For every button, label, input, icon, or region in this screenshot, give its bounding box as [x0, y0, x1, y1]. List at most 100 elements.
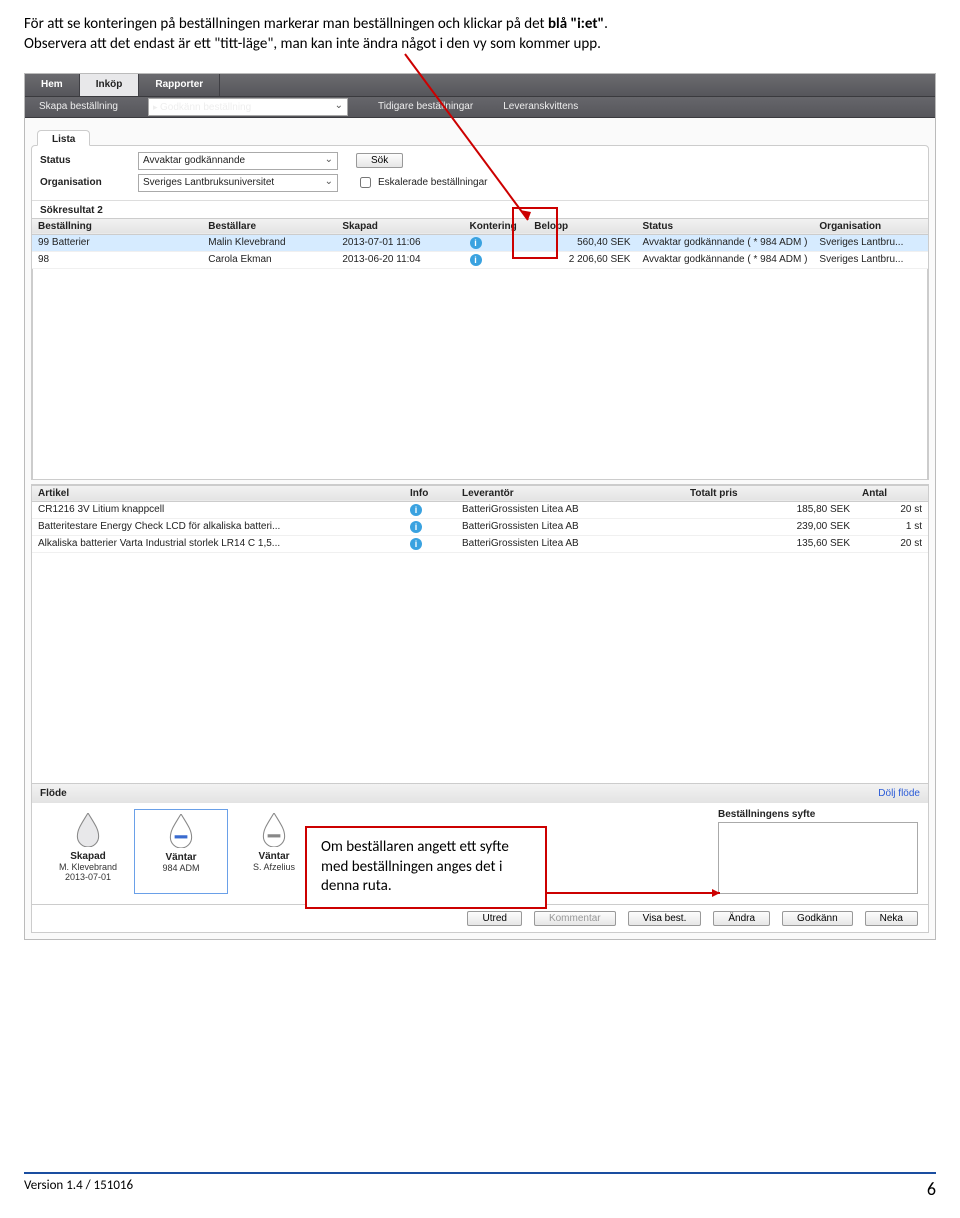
cell-antal: 1 st [856, 518, 928, 535]
col-org[interactable]: Organisation [813, 218, 928, 234]
escalated-checkbox[interactable]: Eskalerade beställningar [356, 174, 920, 191]
callout-text: Om beställaren angett ett syfte med best… [321, 838, 509, 895]
cell-antal: 20 st [856, 535, 928, 552]
cell-artikel: Alkaliska batterier Varta Industrial sto… [32, 535, 404, 552]
flow-header: Flöde Dölj flöde [32, 783, 928, 803]
col-pris[interactable]: Totalt pris [684, 485, 856, 501]
intro-paragraph: För att se konteringen på beställningen … [24, 14, 936, 55]
lista-tab[interactable]: Lista [37, 130, 90, 146]
table-row[interactable]: Batteritestare Energy Check LCD för alka… [32, 518, 928, 535]
cell-pris: 239,00 SEK [684, 518, 856, 535]
app-window: Hem Inköp Rapporter Skapa beställning Go… [24, 73, 936, 940]
drop-icon [75, 813, 101, 847]
articles-empty-area [32, 553, 928, 783]
cell-best: 98 [32, 251, 202, 268]
cell-artikel: Batteritestare Energy Check LCD för alka… [32, 518, 404, 535]
andra-button[interactable]: Ändra [713, 911, 770, 926]
col-skapad[interactable]: Skapad [336, 218, 463, 234]
info-icon[interactable]: i [470, 237, 482, 249]
table-empty-area [32, 269, 928, 479]
col-belopp[interactable]: Belopp [528, 218, 636, 234]
cell-skapad: 2013-07-01 11:06 [336, 234, 463, 251]
flow-step-sub1: 984 ADM [141, 863, 221, 873]
tab-rapporter[interactable]: Rapporter [139, 74, 220, 96]
col-artikel[interactable]: Artikel [32, 485, 404, 501]
flow-step-vantar-1[interactable]: Väntar 984 ADM [134, 809, 228, 894]
cell-belopp: 560,40 SEK [528, 234, 636, 251]
cell-antal: 20 st [856, 501, 928, 518]
cell-kontering: i [464, 234, 529, 251]
search-button[interactable]: Sök [356, 153, 403, 168]
org-select[interactable]: Sveriges Lantbruksuniversitet [138, 174, 338, 192]
col-status[interactable]: Status [636, 218, 813, 234]
escalated-label: Eskalerade beställningar [378, 177, 488, 188]
col-bestallare[interactable]: Beställare [202, 218, 336, 234]
intro-bold: blå "i:et" [548, 15, 604, 33]
tab-inkop[interactable]: Inköp [80, 74, 140, 96]
syfte-title: Beställningens syfte [718, 809, 918, 820]
flow-step-label: Väntar [141, 852, 221, 863]
articles-table: Artikel Info Leverantör Totalt pris Anta… [32, 485, 928, 553]
tab-hem[interactable]: Hem [25, 74, 80, 96]
cell-info: i [404, 535, 456, 552]
drop-icon [261, 813, 287, 847]
kommentar-button[interactable]: Kommentar [534, 911, 616, 926]
sub-leverans[interactable]: Leveranskvittens [503, 101, 578, 112]
intro-line2: Observera att det endast är ett "titt-lä… [24, 35, 601, 53]
col-lev[interactable]: Leverantör [456, 485, 684, 501]
col-bestallning[interactable]: Beställning [32, 218, 202, 234]
col-info[interactable]: Info [404, 485, 456, 501]
sub-godkann[interactable]: Godkänn beställning [148, 98, 348, 116]
topbar: Hem Inköp Rapporter [25, 74, 935, 97]
flow-step-sub1: S. Afzelius [234, 862, 314, 872]
status-select[interactable]: Avvaktar godkännande [138, 152, 338, 170]
footer: Version 1.4 / 151016 6 [24, 1172, 936, 1200]
cell-belopp: 2 206,60 SEK [528, 251, 636, 268]
intro-line1c: . [604, 15, 608, 33]
table-row[interactable]: CR1216 3V Litium knappcell i BatteriGros… [32, 501, 928, 518]
cell-pris: 135,60 SEK [684, 535, 856, 552]
visa-best-button[interactable]: Visa best. [628, 911, 702, 926]
escalated-checkbox-input[interactable] [360, 177, 371, 188]
flow-step-sub2: 2013-07-01 [48, 872, 128, 882]
flow-title: Flöde [40, 788, 67, 799]
col-kontering[interactable]: Kontering [464, 218, 529, 234]
table-row[interactable]: Alkaliska batterier Varta Industrial sto… [32, 535, 928, 552]
cell-bestallare: Carola Ekman [202, 251, 336, 268]
cell-lev: BatteriGrossisten Litea AB [456, 535, 684, 552]
org-label: Organisation [40, 177, 130, 188]
sub-tidigare[interactable]: Tidigare beställningar [378, 101, 473, 112]
cell-lev: BatteriGrossisten Litea AB [456, 518, 684, 535]
search-result-label: Sökresultat 2 [32, 200, 928, 218]
cell-status: Avvaktar godkännande ( * 984 ADM ) [636, 251, 813, 268]
orders-table: Beställning Beställare Skapad Kontering … [32, 218, 928, 269]
info-icon[interactable]: i [410, 521, 422, 533]
flow-step-label: Skapad [48, 851, 128, 862]
version-text: Version 1.4 / 151016 [24, 1178, 133, 1200]
cell-pris: 185,80 SEK [684, 501, 856, 518]
neka-button[interactable]: Neka [865, 911, 918, 926]
cell-status: Avvaktar godkännande ( * 984 ADM ) [636, 234, 813, 251]
hide-flow-link[interactable]: Dölj flöde [878, 788, 920, 799]
sub-skapa[interactable]: Skapa beställning [39, 101, 118, 112]
cell-bestallare: Malin Klevebrand [202, 234, 336, 251]
drop-icon [168, 814, 194, 848]
cell-skapad: 2013-06-20 11:04 [336, 251, 463, 268]
flow-step-sub1: M. Klevebrand [48, 862, 128, 872]
cell-info: i [404, 518, 456, 535]
syfte-textarea[interactable] [718, 822, 918, 894]
table-row[interactable]: 98 Carola Ekman 2013-06-20 11:04 i 2 206… [32, 251, 928, 268]
utred-button[interactable]: Utred [467, 911, 521, 926]
flow-step-skapad: Skapad M. Klevebrand 2013-07-01 [42, 809, 134, 894]
info-icon[interactable]: i [470, 254, 482, 266]
subbar: Skapa beställning Godkänn beställning Ti… [25, 97, 935, 118]
info-icon[interactable]: i [410, 538, 422, 550]
status-label: Status [40, 155, 130, 166]
info-icon[interactable]: i [410, 504, 422, 516]
table-row[interactable]: 99 Batterier Malin Klevebrand 2013-07-01… [32, 234, 928, 251]
cell-info: i [404, 501, 456, 518]
syfte-box: Beställningens syfte [718, 809, 918, 894]
col-antal[interactable]: Antal [856, 485, 928, 501]
cell-lev: BatteriGrossisten Litea AB [456, 501, 684, 518]
godkann-button[interactable]: Godkänn [782, 911, 853, 926]
